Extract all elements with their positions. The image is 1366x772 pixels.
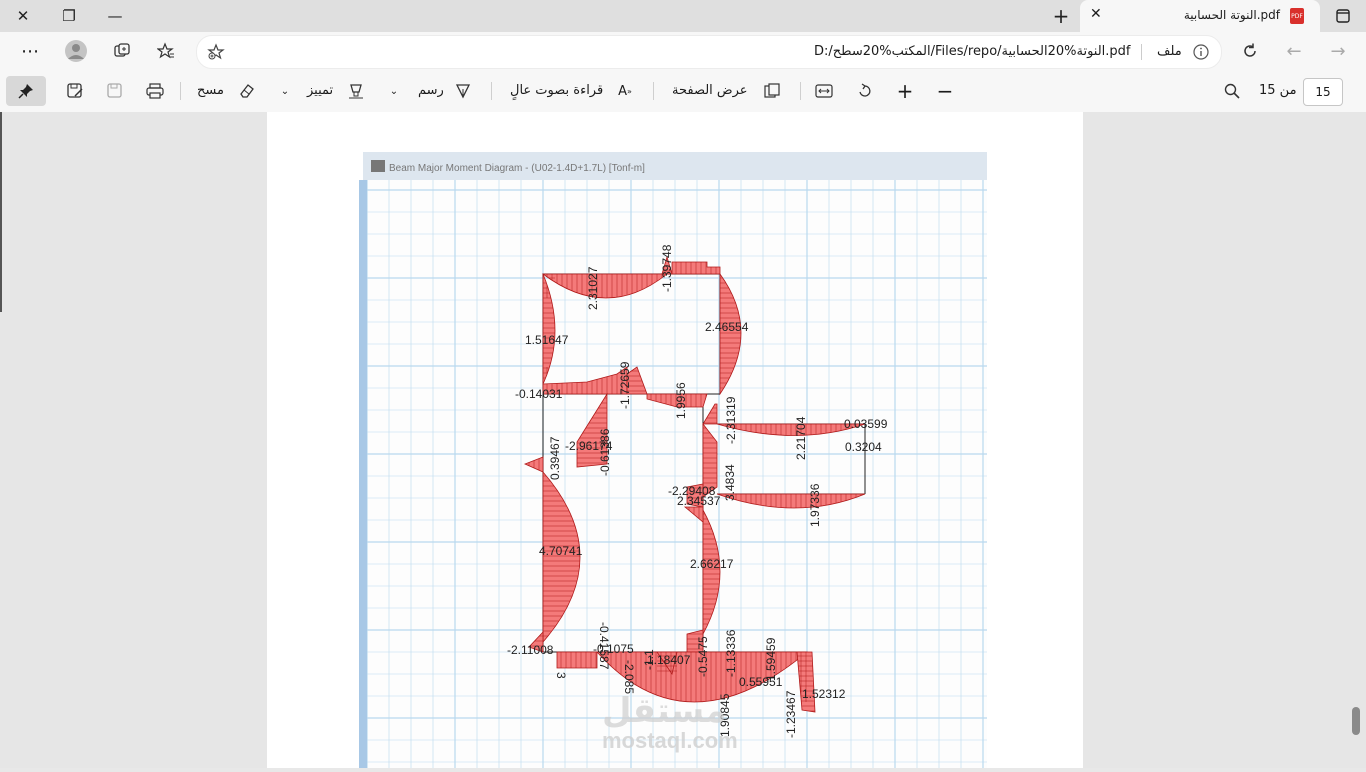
moment-label: 1.9956: [674, 382, 688, 419]
url-text: D:/المكتب%20سطح/Files/repo/النوتة%20الحس…: [814, 44, 1131, 59]
window-icon: [371, 160, 385, 172]
tab-actions-icon[interactable]: [1320, 0, 1366, 32]
pdf-page: Beam Major Moment Diagram - (U02-1.4D+1.…: [267, 112, 1083, 768]
figure-title: Beam Major Moment Diagram - (U02-1.4D+1.…: [389, 163, 645, 174]
moment-label: 0.3204: [845, 440, 882, 454]
tab-close-icon[interactable]: ✕: [1090, 6, 1102, 22]
page-count-label: من 15: [1259, 83, 1297, 98]
rotate-icon[interactable]: [854, 80, 876, 102]
restore-window-button[interactable]: ❐: [46, 0, 92, 32]
moment-label: -1.1: [642, 649, 656, 670]
moment-label: 0.39467: [548, 436, 562, 480]
search-icon[interactable]: [1221, 80, 1243, 102]
moment-label: 3: [554, 672, 568, 679]
viewer-left-edge: [0, 112, 2, 312]
tab-title: النوتة الحسابية.pdf: [1183, 8, 1280, 22]
pdf-icon: PDF: [1290, 8, 1304, 24]
moment-label: -1.72659: [618, 361, 632, 409]
read-aloud-label[interactable]: قراءة بصوت عالٍ: [510, 83, 603, 98]
fit-width-icon[interactable]: [813, 80, 835, 102]
moment-label: -0.61386: [598, 428, 612, 476]
moment-label: 3.4834: [723, 464, 737, 501]
zoom-in-icon[interactable]: +: [894, 79, 916, 103]
toolbar-separator: [180, 82, 181, 100]
refresh-icon[interactable]: [1236, 39, 1264, 63]
watermark-logo: مستقل: [602, 691, 726, 731]
moment-label: -0.14031: [515, 387, 563, 401]
title-bar: ✕ ❐ — + ✕ النوتة الحسابية.pdf PDF: [0, 0, 1366, 32]
draw-icon[interactable]: [452, 80, 474, 102]
moment-label: 0.55951: [739, 675, 783, 689]
info-icon[interactable]: [1191, 42, 1211, 62]
pdf-viewer: Beam Major Moment Diagram - (U02-1.4D+1.…: [0, 112, 1366, 768]
toolbar-separator: [491, 82, 492, 100]
new-tab-button[interactable]: +: [1038, 0, 1084, 32]
eraser-icon[interactable]: [236, 80, 258, 102]
moment-label: 2.34537: [677, 494, 721, 508]
moment-label: -1.13336: [724, 629, 738, 677]
minimize-window-button[interactable]: —: [92, 0, 138, 32]
close-window-button[interactable]: ✕: [0, 0, 46, 32]
draw-dropdown-icon[interactable]: ⌄: [387, 82, 401, 100]
toolbar-separator: [800, 82, 801, 100]
zoom-out-icon[interactable]: −: [934, 79, 956, 103]
highlight-dropdown-icon[interactable]: ⌄: [278, 82, 292, 100]
moment-label: -1.23467: [784, 690, 798, 738]
pin-toolbar-icon[interactable]: [6, 76, 46, 106]
more-menu-icon[interactable]: ⋯: [14, 39, 46, 63]
highlighter-icon[interactable]: [345, 80, 367, 102]
moment-label: 2.46554: [705, 320, 749, 334]
profile-avatar[interactable]: [62, 39, 90, 63]
active-tab[interactable]: ✕ النوتة الحسابية.pdf PDF: [1080, 0, 1320, 32]
moment-label: -2.085: [622, 660, 636, 694]
moment-label: 2.21704: [794, 416, 808, 460]
watermark-text: mostaql.com: [602, 728, 738, 753]
save-as-icon[interactable]: [64, 80, 86, 102]
print-icon[interactable]: [144, 80, 166, 102]
scrollbar-thumb[interactable]: [1352, 707, 1360, 735]
moment-label: 2.31027: [586, 266, 600, 310]
page-number-input[interactable]: 15: [1303, 78, 1343, 106]
moment-label: -1.39748: [660, 244, 674, 292]
back-icon[interactable]: ←: [1280, 39, 1308, 63]
url-separator: [1141, 44, 1142, 60]
pdf-toolbar: مسح ⌄ تمييز ⌄ رسم قراءة بصوت عالٍ A» عرض…: [0, 70, 1366, 113]
add-favorite-icon[interactable]: [205, 41, 227, 63]
page-view-icon[interactable]: [761, 80, 783, 102]
forward-icon[interactable]: →: [1324, 39, 1352, 63]
favorites-icon[interactable]: [152, 39, 180, 63]
moment-label: 1.51647: [525, 333, 569, 347]
moment-diagram-figure: Beam Major Moment Diagram - (U02-1.4D+1.…: [359, 152, 987, 768]
moment-label: 1.97336: [808, 483, 822, 527]
collections-icon[interactable]: [108, 39, 136, 63]
erase-label[interactable]: مسح: [197, 83, 224, 98]
moment-label: -0.1075: [593, 642, 634, 656]
moment-label: 2.66217: [690, 557, 734, 571]
read-aloud-icon[interactable]: A»: [614, 80, 636, 102]
moment-label: 1.52312: [802, 687, 846, 701]
moment-label: -0.5475: [696, 636, 710, 677]
url-field[interactable]: D:/المكتب%20سطح/Files/repo/النوتة%20الحس…: [196, 35, 1222, 69]
moment-label: -2.31319: [724, 396, 738, 444]
moment-label: 4.70741: [539, 544, 583, 558]
toolbar-separator: [653, 82, 654, 100]
address-bar: ⋯ D:/المكتب%20سطح/Files/repo/النوتة%20ال…: [0, 32, 1366, 70]
file-label: ملف: [1157, 44, 1182, 59]
moment-label: -2.11008: [507, 643, 554, 657]
draw-label[interactable]: رسم: [418, 83, 444, 98]
save-icon[interactable]: [104, 80, 126, 102]
highlight-label[interactable]: تمييز: [307, 83, 333, 98]
moment-label: 0.03599: [844, 417, 888, 431]
page-view-label[interactable]: عرض الصفحة: [672, 83, 748, 98]
